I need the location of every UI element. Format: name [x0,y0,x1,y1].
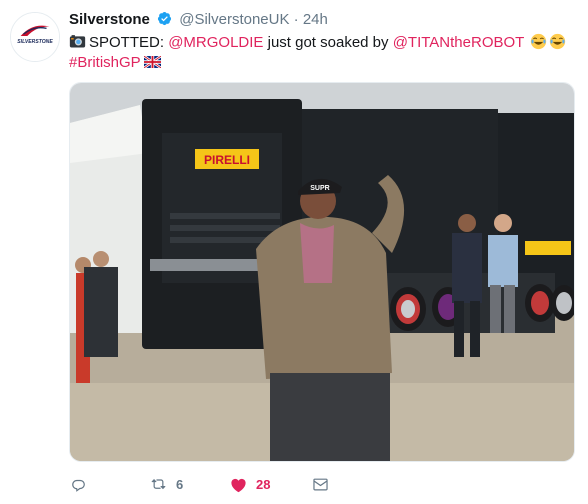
silverstone-logo-icon: SILVERSTONE [11,13,59,61]
retweet-button[interactable]: 6 [149,472,183,496]
tweet: SILVERSTONE Silverstone @SilverstoneUK ·… [0,0,588,504]
cap-logo-text: SUPR [310,185,329,192]
heart-icon [231,478,246,492]
hashtag-link[interactable]: #BritishGP [69,54,141,71]
laughing-emoji-icon [531,33,547,50]
retweet-count: 6 [176,476,184,492]
tweet-photo[interactable]: PIRELLI SUPR [69,82,575,462]
tweet-header: Silverstone @SilverstoneUK · 24h [69,11,328,29]
tweet-text: SPOTTED: @MRGOLDIE just got soaked by @T… [69,33,574,73]
like-count: 28 [256,476,271,492]
paddock-photo: PIRELLI SUPR [70,83,574,461]
mention-link[interactable]: @TITANtheROBOT [393,34,524,51]
tweet-actions: 6 28 [69,472,574,496]
direct-message-button[interactable] [311,472,338,496]
avatar[interactable]: SILVERSTONE [10,12,60,62]
display-name[interactable]: Silverstone [69,11,150,28]
camera-icon [69,35,86,48]
reply-icon [72,479,85,492]
verified-badge-icon [157,11,172,26]
text-part: SPOTTED: [89,34,169,51]
pirelli-sign-text: PIRELLI [204,153,250,167]
uk-flag-icon [143,56,161,68]
handle[interactable]: @SilverstoneUK [179,11,289,28]
separator-dot: · [293,11,299,28]
timestamp[interactable]: 24h [303,11,328,28]
retweet-icon [151,478,166,489]
mail-icon [313,478,328,490]
mention-link[interactable]: @MRGOLDIE [168,34,263,51]
text-part: just got soaked by [263,34,393,51]
laughing-emoji-icon [550,33,566,50]
avatar-logo-text: SILVERSTONE [17,39,53,45]
like-button[interactable]: 28 [229,472,270,496]
reply-button[interactable] [69,472,96,496]
